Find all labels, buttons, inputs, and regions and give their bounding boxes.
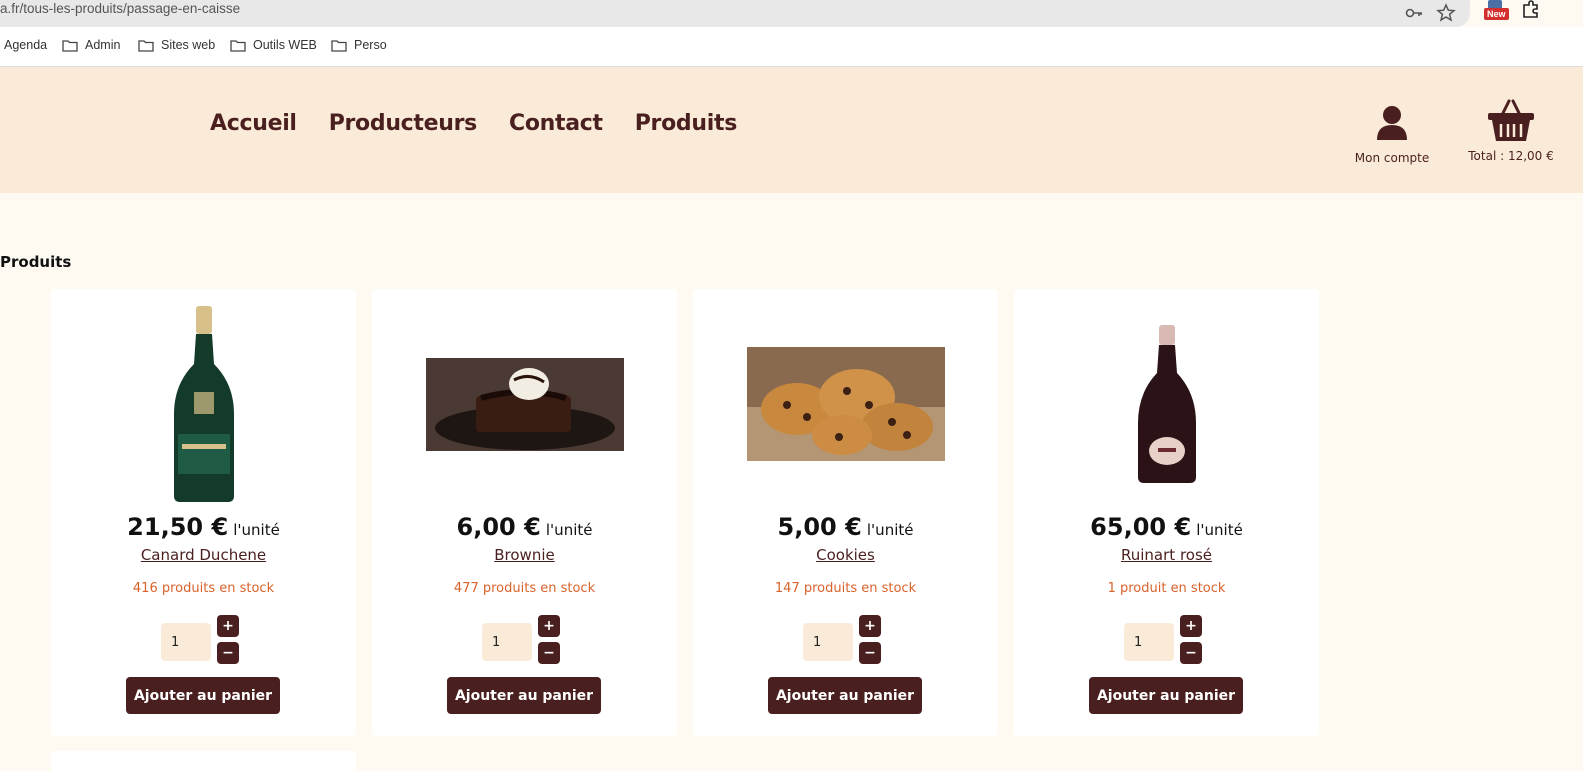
increase-quantity-button[interactable]: +	[538, 615, 560, 637]
price-unit: l'unité	[1196, 521, 1243, 539]
nav-accueil[interactable]: Accueil	[210, 111, 297, 136]
bookmark-folder-perso[interactable]: Perso	[331, 38, 387, 52]
stock-status: 477 produits en stock	[453, 581, 596, 596]
decrease-quantity-button[interactable]: −	[217, 642, 239, 664]
product-image[interactable]	[693, 299, 998, 509]
account-link[interactable]: Mon compte	[1350, 105, 1434, 165]
rose-champagne-bottle-image	[1137, 325, 1196, 483]
bookmark-label: Agenda	[4, 38, 48, 52]
basket-icon	[1488, 99, 1534, 141]
product-name-link[interactable]: Canard Duchene	[51, 546, 356, 564]
price-unit: l'unité	[545, 521, 593, 539]
section-title: Produits	[0, 253, 72, 271]
increase-quantity-button[interactable]: +	[1180, 615, 1202, 637]
bookmark-label: Sites web	[161, 38, 216, 52]
product-price: 65,00 €	[1090, 513, 1192, 541]
user-icon	[1377, 106, 1407, 140]
key-icon[interactable]	[1404, 3, 1424, 23]
decrease-quantity-button[interactable]: −	[1180, 642, 1202, 664]
main-nav: Accueil Producteurs Contact Produits	[210, 111, 737, 136]
price-unit: l'unité	[233, 521, 280, 539]
product-price: 21,50 €	[127, 513, 229, 541]
product-name-link[interactable]: Ruinart rosé	[1014, 546, 1319, 564]
folder-icon	[138, 39, 154, 52]
quantity-input[interactable]	[803, 623, 853, 661]
account-label: Mon compte	[1354, 151, 1430, 165]
increase-quantity-button[interactable]: +	[217, 615, 239, 637]
decrease-quantity-button[interactable]: −	[538, 642, 560, 664]
product-card: 21,50 € l'unité Canard Duchene 416 produ…	[51, 289, 356, 736]
bookmark-folder-outils-web[interactable]: Outils WEB	[230, 38, 317, 52]
champagne-bottle-image	[173, 306, 234, 502]
bookmark-agenda[interactable]: Agenda	[4, 38, 47, 52]
quantity-input[interactable]	[1124, 623, 1174, 661]
add-to-cart-button[interactable]: Ajouter au panier	[126, 677, 280, 714]
bookmark-label: Outils WEB	[253, 38, 317, 52]
add-to-cart-button[interactable]: Ajouter au panier	[1089, 677, 1243, 714]
quantity-input[interactable]	[482, 623, 532, 661]
new-badge: New	[1484, 8, 1509, 20]
quantity-input[interactable]	[161, 623, 211, 661]
folder-icon	[230, 39, 246, 52]
product-price: 5,00 €	[777, 513, 862, 541]
product-card: 65,00 € l'unité Ruinart rosé 1 produit e…	[1014, 289, 1319, 736]
nav-contact[interactable]: Contact	[509, 111, 603, 136]
cart-link[interactable]: Total : 12,00 €	[1464, 99, 1558, 163]
product-image[interactable]	[372, 299, 677, 509]
bookmark-label: Admin	[85, 38, 121, 52]
product-card: 5,00 € l'unité Cookies 147 produits en s…	[693, 289, 998, 736]
stock-status: 416 produits en stock	[132, 581, 275, 596]
site-header: Accueil Producteurs Contact Produits Mon…	[0, 67, 1583, 193]
product-card-next-row	[51, 751, 356, 771]
price-line: 6,00 € l'unité	[372, 513, 677, 541]
price-line: 21,50 € l'unité	[51, 513, 356, 541]
bookmark-label: Perso	[354, 38, 387, 52]
product-card: 6,00 € l'unité Brownie 477 produits en s…	[372, 289, 677, 736]
folder-icon	[331, 39, 347, 52]
nav-produits[interactable]: Produits	[635, 111, 738, 136]
price-line: 5,00 € l'unité	[693, 513, 998, 541]
url-text[interactable]: a.fr/tous-les-produits/passage-en-caisse	[0, 1, 240, 16]
price-line: 65,00 € l'unité	[1014, 513, 1319, 541]
brownie-image	[425, 357, 624, 451]
product-image[interactable]	[1014, 299, 1319, 509]
product-name-link[interactable]: Brownie	[372, 546, 677, 564]
bookmark-folder-sites-web[interactable]: Sites web	[138, 38, 215, 52]
stock-status: 1 produit en stock	[1107, 581, 1226, 596]
add-to-cart-button[interactable]: Ajouter au panier	[768, 677, 922, 714]
add-to-cart-button[interactable]: Ajouter au panier	[447, 677, 601, 714]
nav-producteurs[interactable]: Producteurs	[329, 111, 478, 136]
address-bar[interactable]: a.fr/tous-les-produits/passage-en-caisse	[0, 0, 1470, 27]
folder-icon	[62, 39, 78, 52]
decrease-quantity-button[interactable]: −	[859, 642, 881, 664]
increase-quantity-button[interactable]: +	[859, 615, 881, 637]
product-price: 6,00 €	[456, 513, 541, 541]
puzzle-extensions-icon[interactable]	[1521, 0, 1541, 20]
bookmarks-bar: Agenda Admin Sites web Outils WEB Perso	[0, 27, 1583, 67]
cookies-image	[746, 347, 945, 461]
stock-status: 147 produits en stock	[774, 581, 917, 596]
cart-total-label: Total : 12,00 €	[1468, 149, 1554, 163]
bookmark-star-icon[interactable]	[1436, 3, 1456, 23]
product-image[interactable]	[51, 299, 356, 509]
product-name-link[interactable]: Cookies	[693, 546, 998, 564]
bookmark-folder-admin[interactable]: Admin	[62, 38, 120, 52]
price-unit: l'unité	[866, 521, 914, 539]
